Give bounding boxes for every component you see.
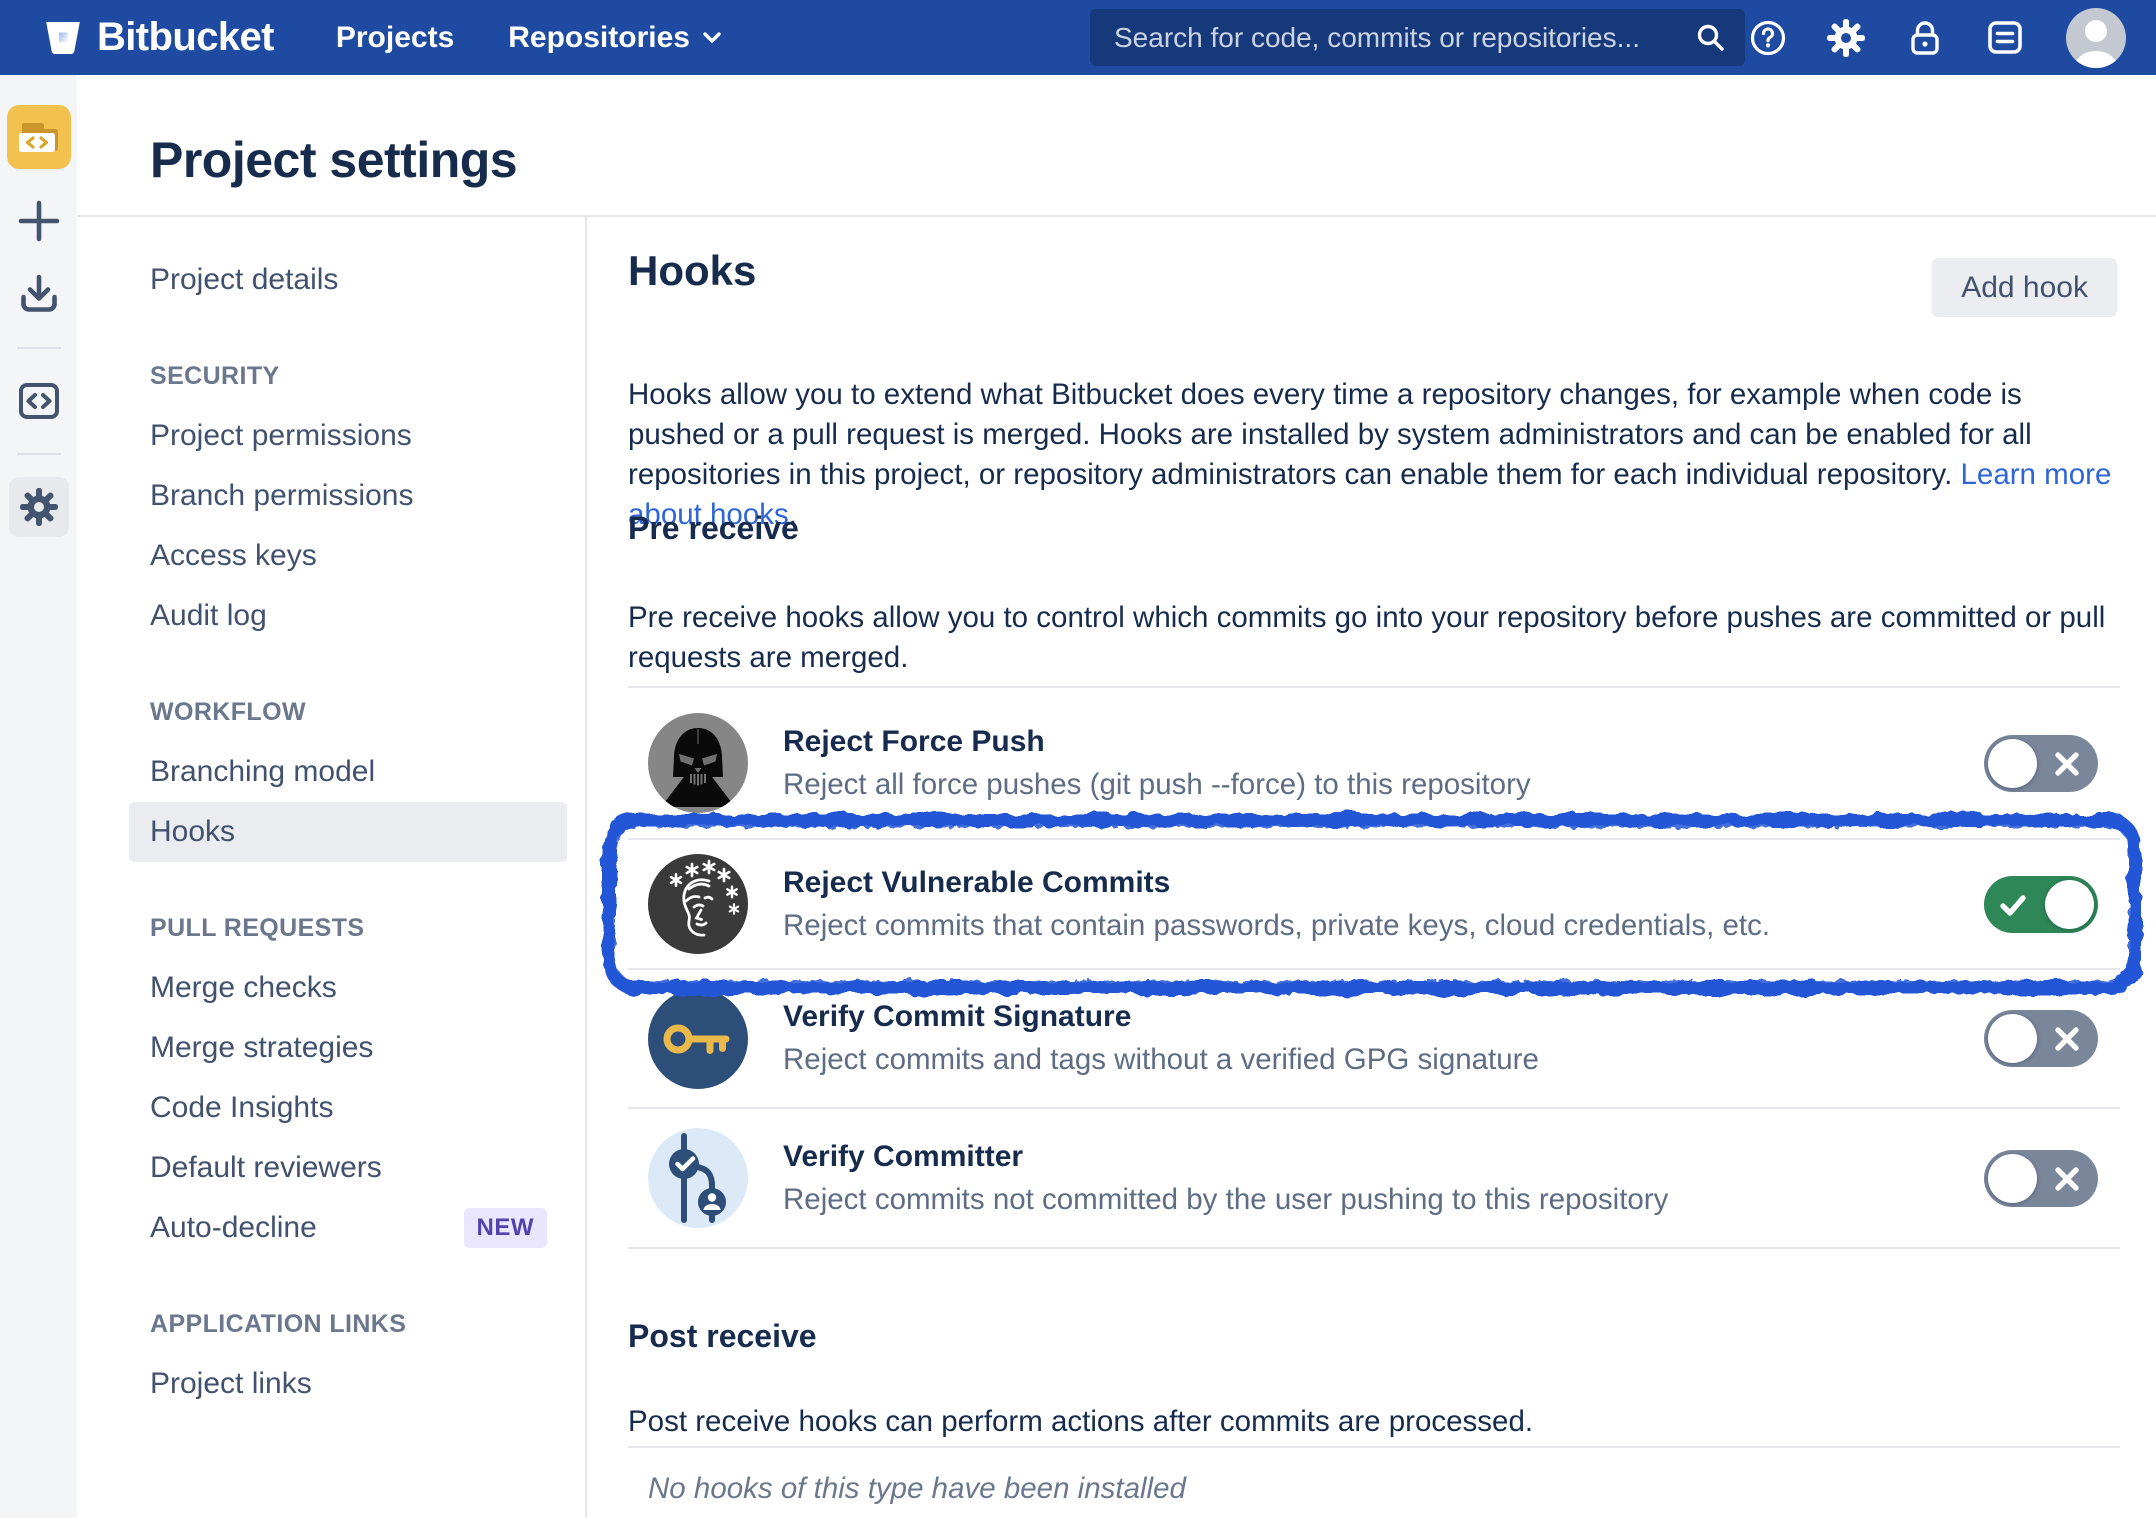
nav-projects[interactable]: Projects (336, 21, 454, 55)
rail-divider (17, 453, 61, 455)
gear-icon[interactable] (1825, 17, 1867, 59)
top-nav-links: Projects Repositories (336, 21, 722, 55)
hook-title: Verify Commit Signature (783, 1000, 1539, 1034)
hook-title: Reject Force Push (783, 725, 1531, 759)
settings-side-nav: Project details SECURITY Project permiss… (77, 217, 587, 1518)
hook-text: Reject Vulnerable Commits Reject commits… (783, 866, 1770, 943)
hook-text: Verify Committer Reject commits not comm… (783, 1140, 1668, 1217)
hooks-intro: Hooks allow you to extend what Bitbucket… (628, 375, 2120, 535)
sidebar-item-project-details[interactable]: Project details (129, 250, 567, 310)
chevron-down-icon (702, 31, 722, 45)
search-input[interactable] (1112, 21, 1695, 55)
hooks-settings-panel: Hooks Add hook Hooks allow you to extend… (628, 217, 2120, 1518)
hook-toggle-verify-committer[interactable] (1984, 1150, 2098, 1207)
help-icon[interactable] (1748, 18, 1788, 58)
nav-repositories[interactable]: Repositories (508, 21, 722, 55)
hook-description: Reject all force pushes (git push --forc… (783, 768, 1531, 802)
hooks-heading: Hooks (628, 247, 756, 295)
app-rail (0, 75, 77, 1518)
new-badge: NEW (464, 1208, 548, 1248)
gear-glyph (18, 486, 60, 528)
hook-text: Reject Force Push Reject all force pushe… (783, 725, 1531, 802)
post-receive-description: Post receive hooks can perform actions a… (628, 1402, 2120, 1442)
key-icon (648, 989, 748, 1089)
sidebar-item-project-permissions[interactable]: Project permissions (129, 406, 567, 466)
toggle-knob (1988, 739, 2037, 788)
toggle-x-icon (2053, 1165, 2081, 1193)
pre-receive-hook-list: Reject Force Push Reject all force pushe… (628, 686, 2120, 1249)
hook-row-reject-force-push: Reject Force Push Reject all force pushe… (628, 688, 2120, 840)
hook-row-reject-vulnerable-commits: Reject Vulnerable Commits Reject commits… (628, 840, 2120, 970)
topbar-icon-group (1748, 0, 2128, 75)
user-avatar[interactable] (2064, 6, 2128, 70)
page-title: Project settings (150, 131, 517, 189)
post-receive-divider (628, 1446, 2120, 1448)
page-header: Project settings (77, 75, 2156, 217)
sidebar-section-application-links: APPLICATION LINKS (150, 1294, 585, 1354)
hook-title: Verify Committer (783, 1140, 1668, 1174)
search-icon[interactable] (1695, 22, 1727, 54)
sidebar-item-code-insights[interactable]: Code Insights (129, 1078, 567, 1138)
sidebar-item-auto-decline[interactable]: Auto-decline NEW (129, 1198, 567, 1258)
sidebar-item-audit-log[interactable]: Audit log (129, 586, 567, 646)
sidebar-item-merge-strategies[interactable]: Merge strategies (129, 1018, 567, 1078)
toggle-knob (1988, 1014, 2037, 1063)
pre-receive-heading: Pre receive (628, 510, 799, 547)
sidebar-item-hooks[interactable]: Hooks (129, 802, 567, 862)
post-receive-heading: Post receive (628, 1318, 817, 1355)
sidebar-item-branch-permissions[interactable]: Branch permissions (129, 466, 567, 526)
sidebar-section-security: SECURITY (150, 346, 585, 406)
hook-toggle-verify-commit-signature[interactable] (1984, 1010, 2098, 1067)
hook-toggle-reject-vulnerable-commits[interactable] (1984, 876, 2098, 933)
hook-description: Reject commits that contain passwords, p… (783, 909, 1770, 943)
add-hook-button[interactable]: Add hook (1932, 258, 2117, 317)
toggle-knob (2045, 880, 2094, 929)
rail-divider (17, 347, 61, 349)
sidebar-section-pull-requests: PULL REQUESTS (150, 898, 585, 958)
hook-description: Reject commits and tags without a verifi… (783, 1043, 1539, 1077)
toggle-check-icon (1998, 891, 2028, 919)
code-browse-icon[interactable] (17, 379, 61, 423)
create-plus-icon[interactable] (17, 199, 61, 243)
hook-row-verify-committer: Verify Committer Reject commits not comm… (628, 1109, 2120, 1249)
lock-icon[interactable] (1904, 17, 1946, 59)
hook-row-verify-commit-signature: Verify Commit Signature Reject commits a… (628, 970, 2120, 1109)
post-receive-empty-message: No hooks of this type have been installe… (648, 1472, 1186, 1506)
hooks-intro-text: Hooks allow you to extend what Bitbucket… (628, 378, 2032, 491)
face-with-stars-icon (648, 854, 748, 954)
bitbucket-bucket-icon (44, 20, 82, 56)
sidebar-item-merge-checks[interactable]: Merge checks (129, 958, 567, 1018)
brand-name: Bitbucket (97, 15, 274, 60)
settings-gear-icon[interactable] (9, 477, 69, 537)
toggle-x-icon (2053, 1025, 2081, 1053)
pre-receive-description: Pre receive hooks allow you to control w… (628, 598, 2120, 678)
sidebar-item-access-keys[interactable]: Access keys (129, 526, 567, 586)
top-navigation-bar: Bitbucket Projects Repositories (0, 0, 2156, 75)
feedback-icon[interactable] (1983, 17, 2027, 59)
sidebar-section-workflow: WORKFLOW (150, 682, 585, 742)
clone-download-icon[interactable] (17, 273, 61, 317)
hook-toggle-reject-force-push[interactable] (1984, 735, 2098, 792)
sidebar-item-default-reviewers[interactable]: Default reviewers (129, 1138, 567, 1198)
project-avatar-tile[interactable] (7, 105, 71, 169)
hook-description: Reject commits not committed by the user… (783, 1183, 1668, 1217)
toggle-x-icon (2053, 750, 2081, 778)
committer-graph-icon (648, 1128, 748, 1228)
darth-vader-icon (648, 713, 748, 813)
toggle-knob (1988, 1154, 2037, 1203)
sidebar-item-project-links[interactable]: Project links (129, 1354, 567, 1414)
global-search (1090, 9, 1745, 66)
sidebar-item-branching-model[interactable]: Branching model (129, 742, 567, 802)
hook-title: Reject Vulnerable Commits (783, 866, 1770, 900)
bitbucket-logo[interactable]: Bitbucket (44, 15, 274, 60)
hook-text: Verify Commit Signature Reject commits a… (783, 1000, 1539, 1077)
